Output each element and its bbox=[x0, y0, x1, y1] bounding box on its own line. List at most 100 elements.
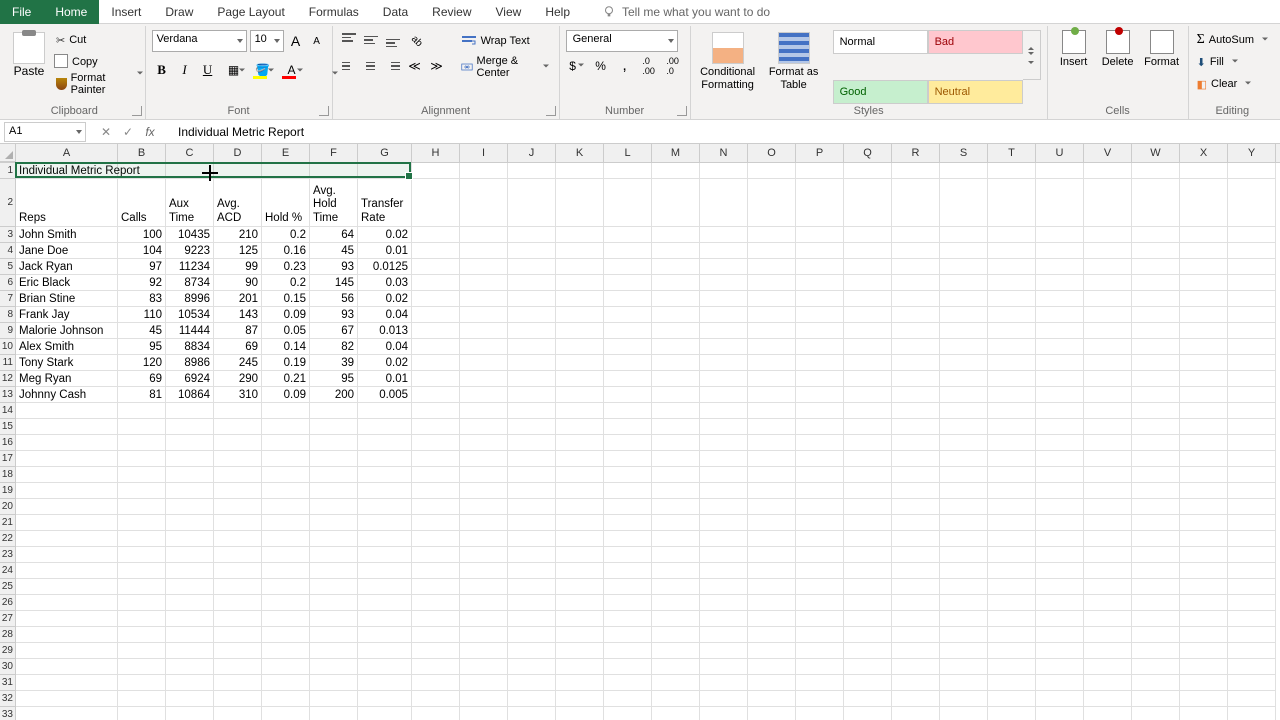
cell[interactable]: 201 bbox=[214, 291, 262, 307]
cell[interactable] bbox=[412, 323, 460, 339]
cell[interactable] bbox=[700, 499, 748, 515]
cell[interactable] bbox=[166, 403, 214, 419]
cell[interactable] bbox=[1084, 691, 1132, 707]
cell[interactable] bbox=[988, 483, 1036, 499]
cell[interactable] bbox=[652, 563, 700, 579]
cell[interactable] bbox=[118, 163, 166, 179]
cell[interactable] bbox=[892, 323, 940, 339]
cell[interactable] bbox=[1132, 435, 1180, 451]
cell[interactable] bbox=[1228, 515, 1276, 531]
tab-home[interactable]: Home bbox=[43, 0, 99, 24]
cell[interactable] bbox=[604, 691, 652, 707]
insert-cells-button[interactable]: Insert bbox=[1054, 30, 1094, 68]
row-header-25[interactable]: 25 bbox=[0, 579, 16, 595]
cell[interactable] bbox=[748, 163, 796, 179]
cell[interactable]: Brian Stine bbox=[16, 291, 118, 307]
column-header-I[interactable]: I bbox=[460, 144, 508, 162]
cell[interactable] bbox=[796, 179, 844, 227]
cell[interactable] bbox=[892, 579, 940, 595]
cell[interactable] bbox=[358, 547, 412, 563]
cell[interactable] bbox=[1036, 483, 1084, 499]
cell[interactable] bbox=[1084, 371, 1132, 387]
cell[interactable] bbox=[892, 547, 940, 563]
cell[interactable] bbox=[748, 259, 796, 275]
cell[interactable] bbox=[16, 611, 118, 627]
insert-function-button[interactable]: fx bbox=[142, 125, 158, 139]
cell[interactable] bbox=[262, 403, 310, 419]
cell[interactable] bbox=[118, 531, 166, 547]
cell[interactable] bbox=[214, 451, 262, 467]
cell[interactable] bbox=[1228, 563, 1276, 579]
cell[interactable] bbox=[16, 451, 118, 467]
cell[interactable] bbox=[118, 419, 166, 435]
cell[interactable] bbox=[412, 675, 460, 691]
cell[interactable] bbox=[556, 227, 604, 243]
format-cells-button[interactable]: Format bbox=[1142, 30, 1182, 68]
cell[interactable] bbox=[508, 371, 556, 387]
cell[interactable] bbox=[748, 387, 796, 403]
tab-help[interactable]: Help bbox=[533, 0, 582, 24]
cell[interactable] bbox=[844, 419, 892, 435]
cell[interactable] bbox=[940, 627, 988, 643]
cell[interactable] bbox=[1036, 707, 1084, 720]
cell[interactable] bbox=[412, 307, 460, 323]
row-headers[interactable]: 1234567891011121314151617181920212223242… bbox=[0, 163, 16, 720]
tab-insert[interactable]: Insert bbox=[99, 0, 153, 24]
cell[interactable] bbox=[118, 515, 166, 531]
cell[interactable]: 0.013 bbox=[358, 323, 412, 339]
cell[interactable] bbox=[1084, 483, 1132, 499]
cell[interactable]: 0.2 bbox=[262, 275, 310, 291]
cell[interactable] bbox=[358, 691, 412, 707]
cell[interactable] bbox=[892, 291, 940, 307]
cell[interactable] bbox=[700, 611, 748, 627]
cell[interactable] bbox=[748, 467, 796, 483]
cell[interactable]: 0.2 bbox=[262, 227, 310, 243]
cell[interactable] bbox=[556, 595, 604, 611]
cell[interactable] bbox=[892, 467, 940, 483]
cell[interactable] bbox=[1180, 403, 1228, 419]
cell[interactable] bbox=[214, 675, 262, 691]
cell[interactable] bbox=[604, 579, 652, 595]
cell[interactable] bbox=[412, 563, 460, 579]
cell[interactable] bbox=[748, 579, 796, 595]
cell[interactable] bbox=[310, 643, 358, 659]
cell[interactable] bbox=[412, 179, 460, 227]
cell[interactable] bbox=[988, 179, 1036, 227]
cell[interactable] bbox=[940, 515, 988, 531]
cell[interactable] bbox=[844, 323, 892, 339]
cell[interactable] bbox=[310, 659, 358, 675]
cell[interactable] bbox=[748, 435, 796, 451]
cell[interactable] bbox=[1084, 563, 1132, 579]
cell[interactable]: Individual Metric Report bbox=[16, 163, 118, 179]
cell[interactable] bbox=[1180, 643, 1228, 659]
cell[interactable] bbox=[652, 275, 700, 291]
row-header-7[interactable]: 7 bbox=[0, 291, 16, 307]
cell[interactable] bbox=[988, 499, 1036, 515]
cell[interactable] bbox=[460, 659, 508, 675]
cell[interactable] bbox=[310, 707, 358, 720]
cell[interactable] bbox=[1228, 467, 1276, 483]
column-header-R[interactable]: R bbox=[892, 144, 940, 162]
cell[interactable] bbox=[358, 627, 412, 643]
cell[interactable] bbox=[652, 467, 700, 483]
cell[interactable] bbox=[214, 163, 262, 179]
cell[interactable] bbox=[556, 403, 604, 419]
cell[interactable] bbox=[940, 163, 988, 179]
cell[interactable] bbox=[1180, 467, 1228, 483]
row-header-30[interactable]: 30 bbox=[0, 659, 16, 675]
italic-button[interactable]: I bbox=[175, 60, 195, 80]
cell[interactable] bbox=[556, 547, 604, 563]
cell[interactable] bbox=[892, 531, 940, 547]
cell[interactable] bbox=[460, 451, 508, 467]
cell[interactable] bbox=[700, 531, 748, 547]
cell[interactable] bbox=[604, 515, 652, 531]
column-header-D[interactable]: D bbox=[214, 144, 262, 162]
cell[interactable] bbox=[166, 515, 214, 531]
cell[interactable] bbox=[604, 435, 652, 451]
cell[interactable] bbox=[844, 339, 892, 355]
decrease-font-button[interactable]: A bbox=[308, 30, 326, 52]
cell[interactable] bbox=[1180, 163, 1228, 179]
cell[interactable] bbox=[262, 707, 310, 720]
cell[interactable] bbox=[118, 403, 166, 419]
cell[interactable] bbox=[16, 499, 118, 515]
